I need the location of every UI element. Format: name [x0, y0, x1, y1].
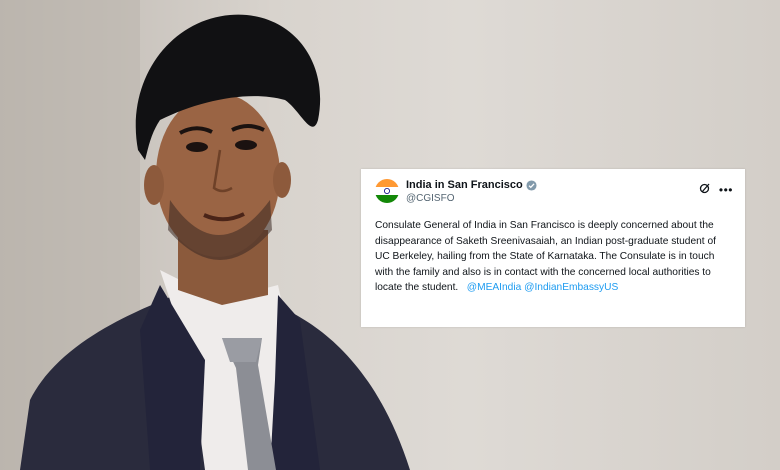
mention-link[interactable]: @IndianEmbassyUS	[524, 282, 618, 293]
more-options-icon[interactable]: •••	[719, 184, 733, 196]
verified-badge-icon	[526, 179, 537, 191]
avatar[interactable]	[375, 179, 399, 203]
account-handle[interactable]: @CGISFO	[406, 193, 537, 204]
mention-link[interactable]: @MEAIndia	[467, 282, 522, 293]
tweet-tools: •••	[699, 181, 733, 199]
india-flag-icon	[375, 179, 399, 203]
tweet-card[interactable]: India in San Francisco @CGISFO ••• Consu…	[361, 169, 745, 327]
tweet-header: India in San Francisco @CGISFO •••	[375, 175, 733, 215]
account-info: India in San Francisco @CGISFO	[406, 179, 537, 204]
grok-icon[interactable]	[699, 181, 711, 199]
account-name[interactable]: India in San Francisco	[406, 179, 523, 191]
tweet-body: Consulate General of India in San Franci…	[375, 218, 733, 296]
